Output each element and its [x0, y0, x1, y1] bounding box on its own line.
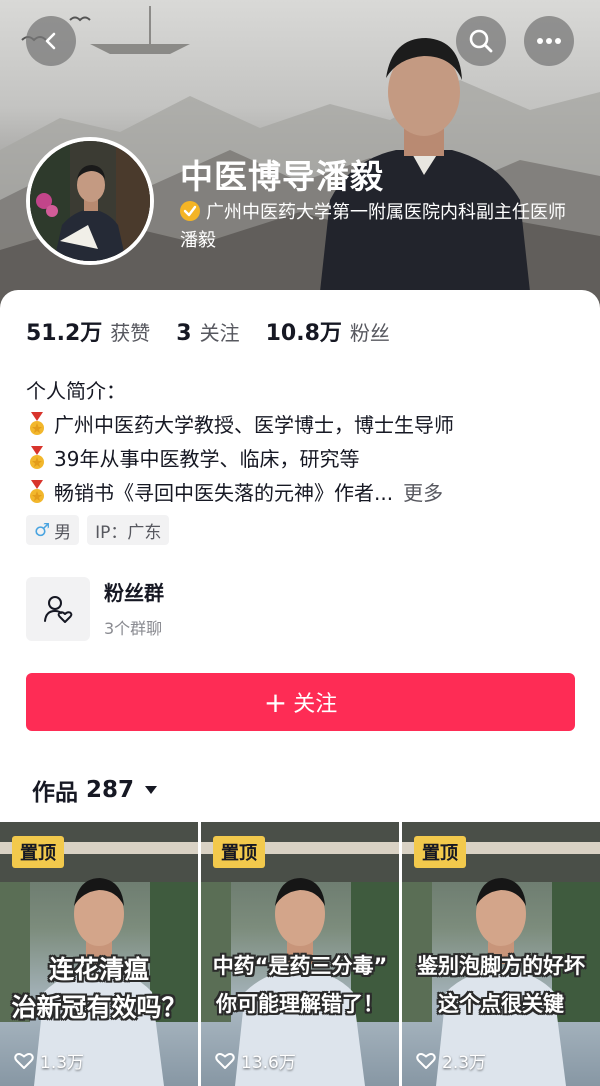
chevron-left-icon	[45, 32, 56, 50]
stat-following-value: 3	[176, 321, 192, 346]
more-dots-icon	[537, 38, 561, 44]
video-tile[interactable]: 置顶 连花清瘟 治新冠有效吗？ 1.3万	[0, 822, 198, 1086]
video-caption-line2: 你可能理解错了！	[216, 992, 384, 1016]
stat-followers-value: 10.8万	[265, 321, 342, 346]
fans-group-text: 粉丝群 3个群聊	[104, 579, 164, 639]
ip-tag: IP：广东	[87, 515, 170, 545]
profile-card: 51.2万 获赞 3 关注 10.8万 粉丝 个人简介： 广州中医药大学教授、医…	[0, 290, 600, 1086]
more-button[interactable]	[524, 16, 574, 66]
search-button[interactable]	[456, 16, 506, 66]
verified-badge-icon	[180, 201, 200, 221]
search-icon	[469, 29, 493, 53]
caret-down-icon	[145, 786, 158, 794]
profile-banner: 中医博导潘毅 广州中医药大学第一附属医院内科副主任医师 潘毅	[0, 0, 600, 310]
video-likes-count: 1.3万	[40, 1053, 85, 1073]
fans-group-entry[interactable]: 粉丝群 3个群聊	[26, 577, 164, 641]
medal-icon	[30, 446, 44, 469]
video-caption-line1: 连花清瘟	[48, 955, 149, 984]
bio-line: 39年从事中医教学、临床，研究等	[26, 442, 586, 476]
medal-icon	[30, 412, 44, 435]
heart-outline-icon	[215, 1052, 235, 1069]
heart-outline-icon	[416, 1052, 436, 1069]
gender-text: 男	[54, 522, 72, 543]
stat-likes[interactable]: 51.2万 获赞	[26, 315, 150, 347]
avatar-photo	[30, 141, 150, 261]
stat-following[interactable]: 3 关注	[176, 317, 239, 346]
pinned-badge: 置顶	[213, 836, 265, 868]
video-likes-count: 2.3万	[442, 1053, 487, 1073]
avatar[interactable]	[26, 137, 154, 265]
bio: 个人简介： 广州中医药大学教授、医学博士，博士生导师 39年从事中医教学、临床，…	[26, 374, 586, 510]
bio-line: 广州中医药大学教授、医学博士，博士生导师	[26, 408, 586, 442]
gender-tag: ♂ 男	[26, 515, 80, 545]
bio-line-text: 广州中医药大学教授、医学博士，博士生导师	[54, 413, 454, 437]
video-likes: 1.3万	[14, 1048, 84, 1073]
fans-group-icon-box	[26, 577, 90, 641]
video-likes: 2.3万	[416, 1048, 486, 1073]
pinned-badge: 置顶	[12, 836, 64, 868]
works-label: 作品	[32, 780, 78, 806]
male-icon: ♂	[34, 519, 51, 541]
profile-stats: 51.2万 获赞 3 关注 10.8万 粉丝	[26, 315, 416, 347]
pinned-badge: 置顶	[414, 836, 466, 868]
bio-more-link[interactable]: 更多	[403, 476, 443, 510]
video-likes-count: 13.6万	[241, 1053, 296, 1073]
verification-info: 广州中医药大学第一附属医院内科副主任医师 潘毅	[180, 199, 570, 255]
stat-followers-label: 粉丝	[349, 321, 390, 345]
video-caption-line1: 中药“是药三分毒”	[212, 954, 388, 978]
bio-line-text: 畅销书《寻回中医失落的元神》作者...	[54, 481, 394, 505]
works-tab[interactable]: 作品 287	[32, 773, 158, 807]
bio-line: 畅销书《寻回中医失落的元神》作者... 更多	[26, 476, 586, 510]
ip-text: IP：广东	[95, 522, 162, 543]
plus-icon: +	[263, 685, 288, 719]
profile-nickname: 中医博导潘毅	[180, 157, 384, 196]
verification-text: 广州中医药大学第一附属医院内科副主任医师 潘毅	[180, 202, 566, 251]
video-caption-line2: 这个点很关键	[438, 992, 564, 1016]
follow-button[interactable]: + 关注	[26, 673, 575, 731]
works-count: 287	[86, 777, 135, 803]
medal-icon	[30, 480, 44, 503]
follow-button-label: 关注	[293, 692, 338, 717]
video-caption-line2: 治新冠有效吗？	[11, 993, 187, 1022]
back-button[interactable]	[26, 16, 76, 66]
video-tile[interactable]: 置顶 鉴别泡脚方的好坏 这个点很关键 2.3万	[402, 822, 600, 1086]
stat-followers[interactable]: 10.8万 粉丝	[266, 315, 390, 347]
video-grid: 置顶 连花清瘟 治新冠有效吗？ 1.3万 置顶 中药“是药三分毒” 你可能理解错…	[0, 822, 600, 1086]
video-likes: 13.6万	[215, 1048, 296, 1073]
profile-tags: ♂ 男 IP：广东	[26, 515, 170, 545]
group-heart-icon	[44, 596, 73, 623]
stat-likes-label: 获赞	[110, 321, 151, 345]
fans-group-subtitle: 3个群聊	[104, 619, 163, 638]
bio-title: 个人简介：	[26, 379, 126, 403]
fans-group-title: 粉丝群	[104, 581, 164, 605]
video-tile[interactable]: 置顶 中药“是药三分毒” 你可能理解错了！ 13.6万	[201, 822, 399, 1086]
heart-outline-icon	[14, 1052, 34, 1069]
bio-line-text: 39年从事中医教学、临床，研究等	[54, 447, 360, 471]
video-caption-line1: 鉴别泡脚方的好坏	[417, 954, 585, 978]
stat-likes-value: 51.2万	[26, 321, 103, 346]
stat-following-label: 关注	[199, 321, 240, 345]
